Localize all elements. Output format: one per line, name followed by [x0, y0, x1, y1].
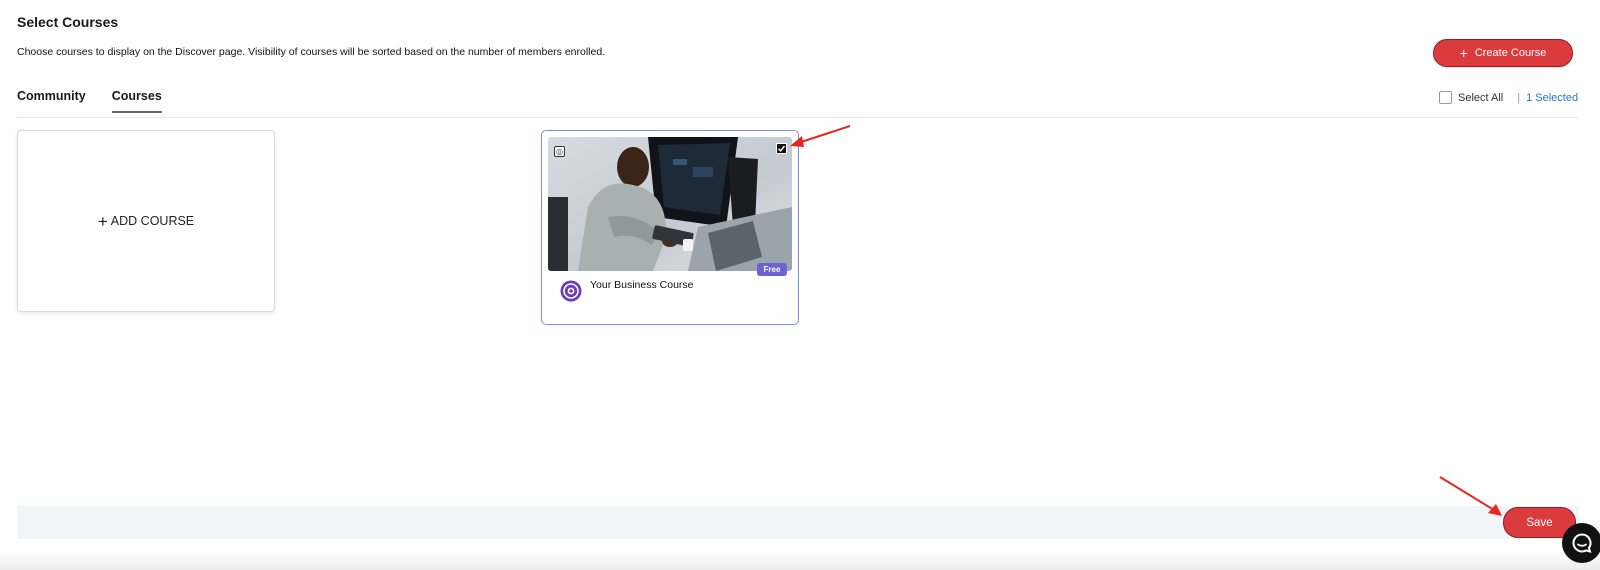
- plus-icon: +: [97, 211, 108, 231]
- page-title: Select Courses: [17, 14, 119, 30]
- price-badge: Free: [757, 263, 787, 276]
- course-logo-icon: [560, 280, 582, 302]
- create-course-button[interactable]: + Create Course: [1433, 39, 1573, 67]
- course-thumbnail: [548, 137, 792, 271]
- create-course-label: Create Course: [1474, 47, 1547, 59]
- chat-bubble-glyph: [1572, 533, 1592, 553]
- tab-courses[interactable]: Courses: [111, 89, 162, 113]
- select-all-control: Select All | 1 Selected: [1439, 91, 1578, 104]
- tab-community[interactable]: Community: [17, 89, 86, 113]
- add-course-label: ADD COURSE: [110, 214, 195, 228]
- select-all-checkbox[interactable]: [1439, 91, 1452, 104]
- select-all-label[interactable]: Select All: [1458, 92, 1503, 104]
- course-name: Your Business Course: [590, 279, 694, 291]
- chat-icon[interactable]: [1562, 523, 1600, 563]
- selection-separator: |: [1517, 91, 1521, 104]
- checkmark-icon: [777, 145, 786, 152]
- bottom-shadow: [0, 551, 1600, 570]
- course-card[interactable]: ◎ Free Your Business Course: [541, 130, 799, 325]
- image-icon: ◎: [554, 146, 565, 157]
- plus-icon: +: [1459, 45, 1468, 61]
- add-course-label-group: + ADD COURSE: [98, 213, 194, 230]
- tab-bar: Community Courses: [17, 89, 162, 113]
- add-course-card[interactable]: + ADD COURSE: [17, 130, 275, 312]
- page-description: Choose courses to display on the Discove…: [17, 46, 606, 58]
- course-thumbnail-image: [548, 137, 792, 271]
- footer-bar: [17, 506, 1579, 539]
- selected-count: 1 Selected: [1526, 91, 1579, 104]
- course-select-checkbox[interactable]: [776, 143, 787, 154]
- tab-divider: [17, 117, 1578, 118]
